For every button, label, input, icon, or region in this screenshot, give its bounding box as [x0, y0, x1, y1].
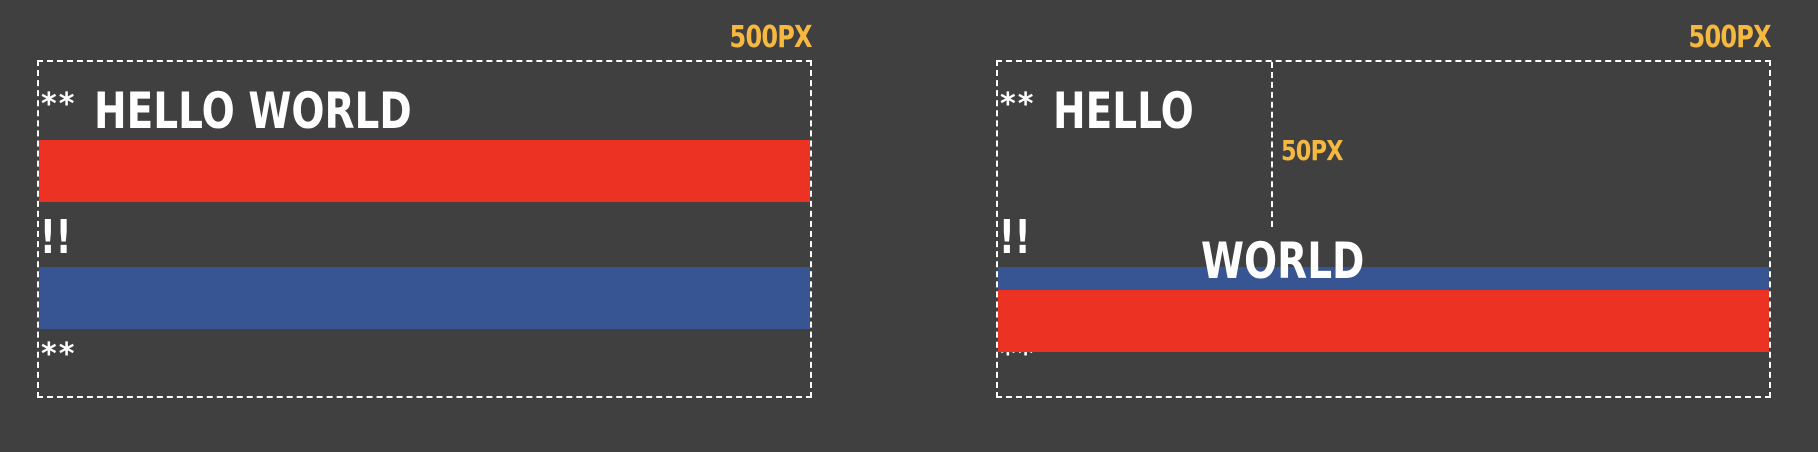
left-exclamation-marks: !!	[40, 210, 72, 264]
right-red-block	[998, 290, 1769, 352]
right-heading-world: WORLD	[1201, 232, 1365, 290]
right-exclamation-marks: !!	[999, 210, 1031, 264]
right-heading-hello: HELLO	[1053, 82, 1194, 140]
right-leading-stars: **	[1000, 87, 1036, 122]
left-leading-stars: **	[41, 87, 77, 122]
left-heading: HELLO WORLD	[94, 82, 412, 140]
right-offset-guide-line	[1271, 62, 1273, 227]
left-red-block	[39, 140, 810, 202]
left-trailing-stars: **	[41, 337, 77, 372]
left-blue-block	[39, 267, 810, 329]
right-container: ** HELLO 50PX !! ** WORLD	[996, 60, 1771, 398]
left-container: ** HELLO WORLD !! **	[37, 60, 812, 398]
right-width-label: 500PX	[1688, 20, 1772, 55]
left-width-label: 500PX	[729, 20, 813, 55]
right-offset-guide-label: 50PX	[1281, 134, 1343, 167]
